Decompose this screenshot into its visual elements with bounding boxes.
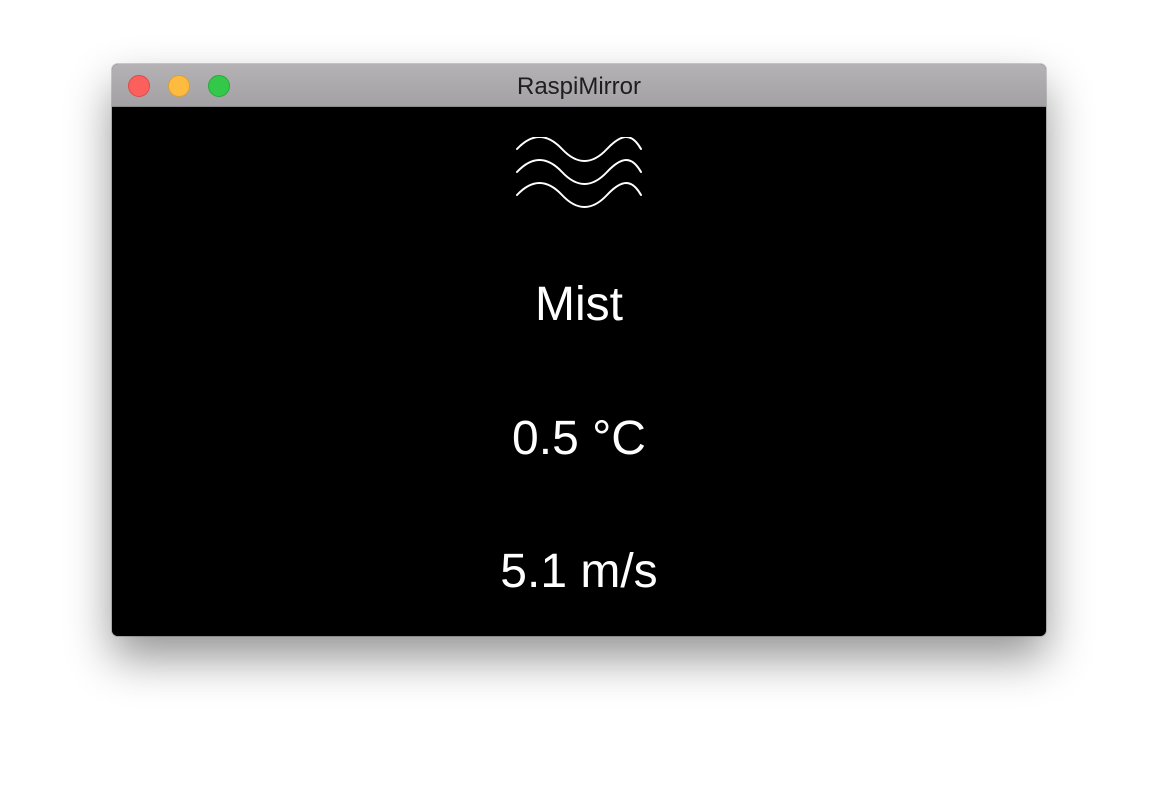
window-title: RaspiMirror bbox=[516, 73, 641, 100]
mist-icon bbox=[516, 137, 642, 208]
weather-condition: Mist bbox=[535, 278, 623, 331]
title-bar[interactable]: RaspiMirror bbox=[112, 64, 1046, 107]
weather-panel: Mist 0.5 °C 5.1 m/s bbox=[112, 107, 1046, 636]
wind-speed-value: 5.1 m/s bbox=[500, 545, 658, 598]
app-window: RaspiMirror Mist 0.5 °C 5.1 m/s bbox=[112, 64, 1046, 636]
temperature-value: 0.5 °C bbox=[512, 412, 646, 465]
